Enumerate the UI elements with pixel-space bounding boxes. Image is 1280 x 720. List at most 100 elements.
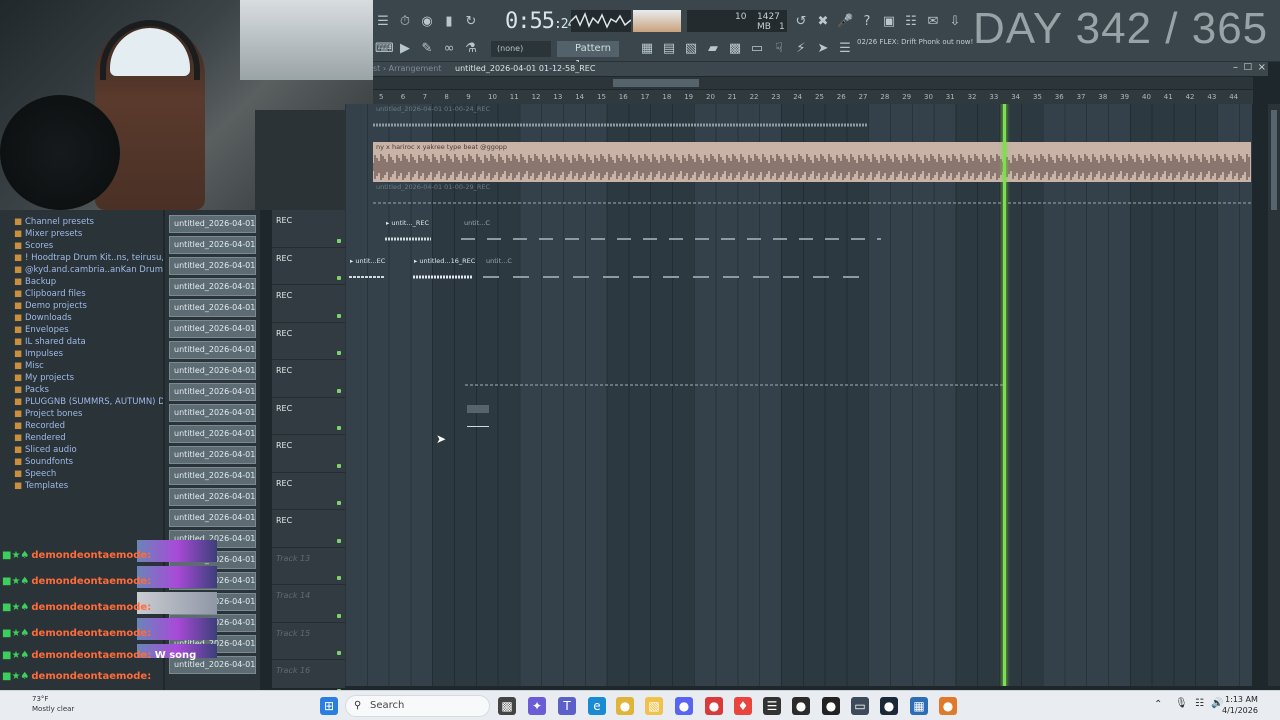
track-header[interactable]: REC [272,510,345,548]
channel-button[interactable]: untitled_2026-04-01 00- [169,404,256,422]
channel-button[interactable]: untitled_2026-04-01 00- [169,425,256,443]
browser-folder[interactable]: ■ Mixer presets [0,228,163,240]
chat-icon[interactable]: ✉ [925,14,941,30]
track-header[interactable]: REC [272,435,345,473]
audio-clip[interactable]: ▸ untitled...16_REC [411,256,475,290]
browser-icon[interactable]: ▩ [727,41,743,57]
task-view-icon[interactable]: ▩ [498,697,516,715]
track-header[interactable]: REC [272,473,345,510]
mixer-view-icon[interactable]: ▰ [705,41,721,57]
playhead[interactable] [1003,104,1006,686]
browser-folder[interactable]: ■ Sliced audio [0,444,163,456]
chrome-icon[interactable]: ● [616,697,634,715]
track-mute-led[interactable] [337,613,341,618]
tempo-icon[interactable]: ⏱ [397,14,413,30]
plugin-icon[interactable]: ▭ [749,41,765,57]
save-icon[interactable]: ▣ [881,14,897,30]
monitor-app-icon[interactable]: ▭ [851,697,869,715]
maximize-icon[interactable]: □ [1243,62,1252,72]
capcut-icon[interactable]: ☰ [763,697,781,715]
track-mute-led[interactable] [337,576,341,580]
wifi-icon[interactable]: ☷ [1195,698,1204,709]
browser-folder[interactable]: ■ Packs [0,384,163,396]
taskbar-search[interactable]: ⚲ Search [345,695,490,717]
plug-icon[interactable]: ⚡ [793,41,809,57]
arrow-icon[interactable]: ➤ [815,41,831,57]
loop-icon[interactable]: ↻ [463,14,479,30]
audio-clip-group[interactable]: untit...C [461,218,881,252]
piano-icon[interactable]: ⌨ [375,41,394,57]
obs-icon[interactable]: ● [822,697,840,715]
master-volume-meter[interactable] [633,10,681,32]
undo-icon[interactable]: ↺ [793,14,809,30]
snap-select[interactable]: (none) [491,41,551,57]
browser-folder[interactable]: ■ Recorded [0,420,163,432]
channel-button[interactable]: untitled_2026-04-01 00- [169,383,256,401]
audio-clip[interactable]: untitled_2026-04-01 01-00-29_REC [373,182,1251,212]
audio-clip[interactable]: ▸ untit..._REC [383,218,433,252]
small-clip[interactable] [467,405,489,413]
horizontal-scrollbar[interactable] [373,77,1253,89]
audio-clip[interactable]: ▸ untit...EC [347,256,387,290]
browser-folder[interactable]: ■ Backup [0,276,163,288]
track-mute-led[interactable] [337,351,341,355]
automation-line[interactable] [465,382,1005,388]
track-header[interactable]: Track 15 [272,623,345,660]
browser-folder[interactable]: ■ Project bones [0,408,163,420]
discord-icon[interactable]: ● [675,697,693,715]
track-header[interactable]: REC [272,248,345,285]
channel-button[interactable]: untitled_2026-04-01 00- [169,467,256,485]
app-window-icon[interactable]: ▦ [910,697,928,715]
steam-icon[interactable]: ● [880,697,898,715]
cart-icon[interactable]: ☰ [837,41,853,57]
browser-folder[interactable]: ■ Rendered [0,432,163,444]
channel-button[interactable]: untitled_2026-04-01 00- [169,278,256,296]
audio-clip[interactable]: untitled_2026-04-01 01-00-24_REC [373,104,868,134]
track-header[interactable]: REC [272,360,345,398]
browser-folder[interactable]: ■PLUGGNB (SUMMRS, AUTUMN) DRUMKIT [0,396,163,408]
play-icon[interactable]: ▶ [397,41,413,57]
track-header[interactable]: Track 13 [272,548,345,585]
browser-folder[interactable]: ■ IL shared data [0,336,163,348]
track-header[interactable]: REC [272,398,345,435]
track-mute-led[interactable] [337,313,341,318]
browser-folder[interactable]: ■ Demo projects [0,300,163,312]
track-header[interactable]: REC [272,323,345,360]
channel-button[interactable]: untitled_2026-04-01 00- [169,341,256,359]
browser-folder[interactable]: ■ Downloads [0,312,163,324]
browser-folder[interactable]: ■ My projects [0,372,163,384]
track-mute-led[interactable] [337,276,341,280]
browser-folder[interactable]: ■ Channel presets [0,216,163,228]
playlist-grid[interactable]: untitled_2026-04-01 01-00-24_REC ny x ha… [345,104,1252,686]
metronome-icon[interactable]: ✖ [815,14,831,30]
track-mute-led[interactable] [337,463,341,468]
file-explorer-icon[interactable]: ▧ [645,697,663,715]
record-icon[interactable]: ◉ [419,14,435,30]
windows-start-icon[interactable]: ⊞ [320,697,338,715]
menu-icon[interactable]: ☰ [375,14,391,30]
track-mute-led[interactable] [337,501,341,505]
pattern-select[interactable]: Pattern 1 [557,41,619,70]
copilot-icon[interactable]: ✦ [528,697,546,715]
link-icon[interactable]: ∞ [441,41,457,57]
app-icon[interactable]: ● [705,697,723,715]
timeline-ruler[interactable]: 5 6 7 8 9 10 11 12 13 14 15 16 17 18 19 20 21 22 23 24 25 26 2… [373,90,1253,104]
fl-studio-running-icon[interactable]: ● [939,697,957,715]
stamp-icon[interactable]: ⚗ [463,41,479,57]
channel-button[interactable]: untitled_2026-04-01 00- [169,446,256,464]
fl-studio-app-icon[interactable]: ♦ [734,697,752,715]
system-clock[interactable]: 1:13 AM 4/1/2026 [1222,694,1258,716]
brush-icon[interactable]: ✎ [419,41,435,57]
channel-button[interactable]: untitled_2026-04-01 00- [169,257,256,275]
playlist-icon[interactable]: ▦ [639,41,655,57]
channel-button[interactable]: untitled_2026-04-01 00- [169,509,256,527]
browser-folder[interactable]: ■ Clipboard files [0,288,163,300]
track-mute-led[interactable] [337,538,341,543]
piano-roll-icon[interactable]: ▧ [683,41,699,57]
vertical-scrollbar[interactable] [1268,104,1280,686]
track-mute-led[interactable] [337,651,341,655]
channel-button[interactable]: untitled_2026-04-01 00- [169,362,256,380]
help-icon[interactable]: ? [859,14,875,30]
browser-folder[interactable]: ■ Misc [0,360,163,372]
browser-folder[interactable]: ■ Templates [0,480,163,492]
